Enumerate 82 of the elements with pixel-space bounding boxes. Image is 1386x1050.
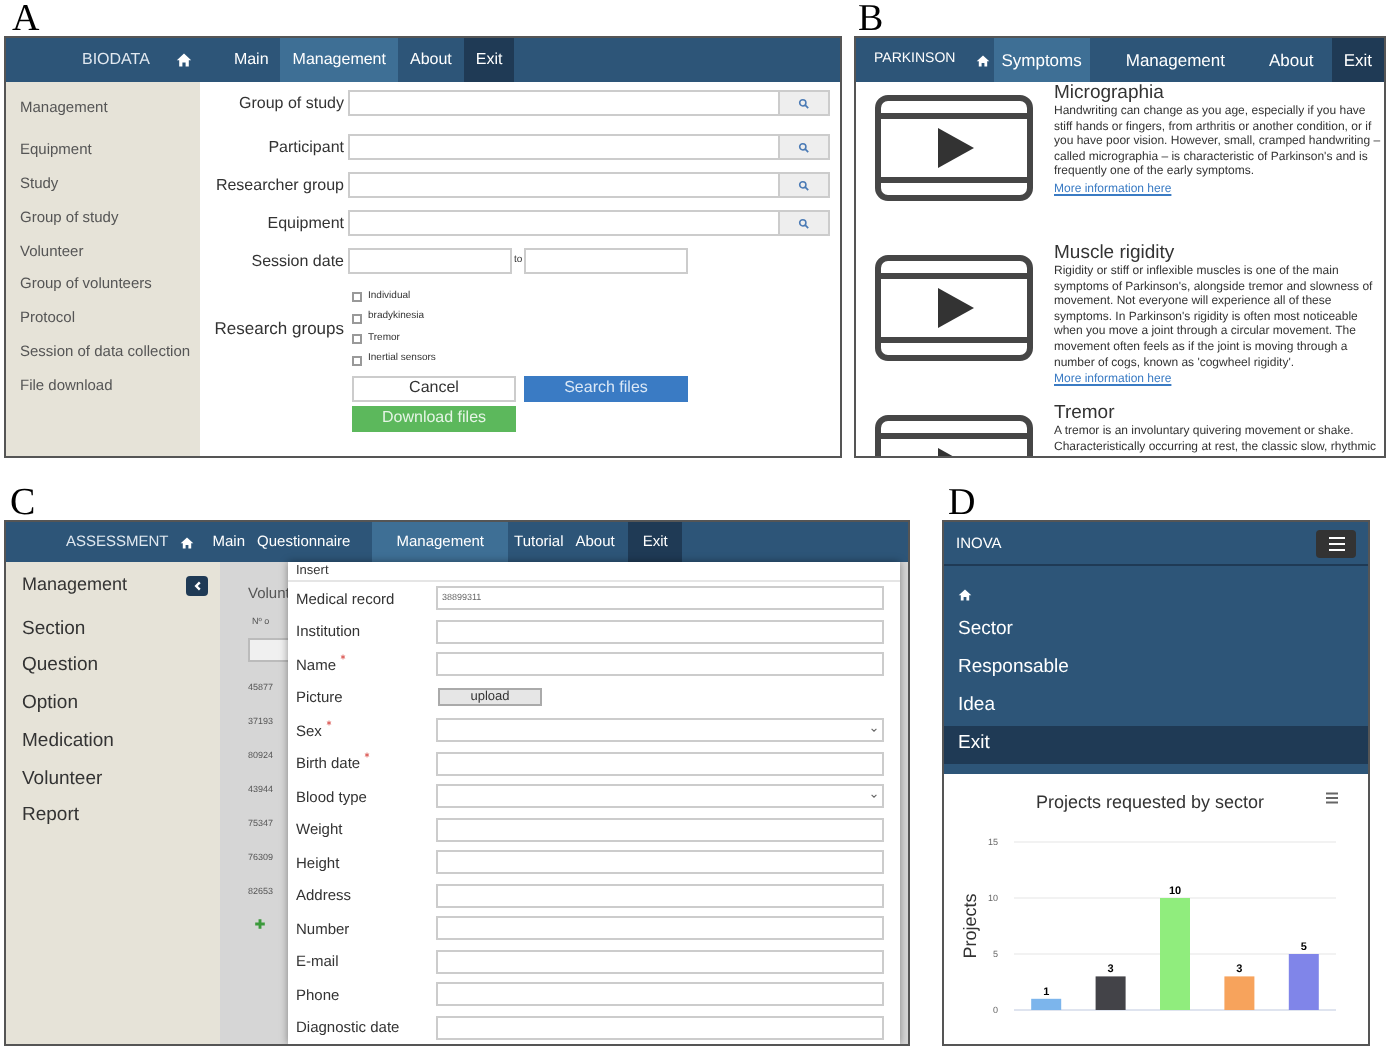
brand-name: BIODATA (82, 48, 150, 72)
checkbox[interactable] (352, 292, 362, 302)
date-field[interactable] (348, 248, 512, 274)
nav-link[interactable]: About (1261, 38, 1322, 82)
required-icon (340, 653, 347, 660)
panel-label: A (12, 0, 40, 38)
text-field[interactable] (436, 916, 884, 941)
text-field[interactable] (436, 1015, 884, 1040)
text-field[interactable] (436, 751, 884, 776)
field-label: Equipment (265, 211, 346, 235)
form-button[interactable]: Cancel (352, 375, 516, 401)
chart-bar (1095, 976, 1126, 1010)
text-field[interactable] (436, 817, 884, 842)
sidebar-item[interactable]: Medication (22, 727, 220, 756)
date-field[interactable] (524, 248, 689, 274)
form-button[interactable]: Search files (524, 375, 688, 401)
home-icon[interactable] (180, 535, 195, 549)
axis-title: Projects (960, 893, 980, 959)
nav-link[interactable]: Exit (463, 38, 515, 82)
checkbox[interactable] (352, 313, 362, 323)
menu-item[interactable]: Idea (944, 688, 1368, 726)
symptom-title: Tremor (1054, 404, 1117, 424)
search-icon[interactable] (798, 217, 810, 229)
menu-item[interactable]: Sector (944, 612, 1368, 650)
collapse-button[interactable] (186, 575, 208, 596)
menu-item[interactable]: Responsable (944, 650, 1368, 688)
nav-link[interactable]: About (397, 38, 464, 82)
nav-link[interactable]: Symptoms (993, 38, 1090, 82)
field-label: Research groups (212, 315, 346, 342)
panel-label: D (948, 484, 976, 522)
nav-link[interactable]: Management (280, 38, 398, 82)
search-field[interactable] (348, 210, 830, 236)
chart-bar (1160, 898, 1190, 1010)
menu-icon (1325, 535, 1347, 551)
sidebar-item[interactable]: Option (22, 690, 220, 719)
home-icon[interactable] (175, 52, 192, 68)
select-field[interactable] (436, 718, 884, 743)
field-label: Participant (266, 135, 346, 159)
required-icon (325, 719, 332, 726)
select-field[interactable] (436, 784, 884, 809)
chevron-left-icon (191, 579, 203, 592)
field-label: Session date (249, 249, 346, 273)
symptom-title: Micrographia (1054, 84, 1166, 104)
text-field[interactable] (436, 619, 884, 644)
checkbox[interactable] (352, 334, 362, 344)
chart-bar (1224, 976, 1255, 1010)
text-field[interactable] (436, 982, 884, 1007)
sidebar-title: Management (22, 572, 128, 598)
video-icon[interactable] (874, 92, 1034, 202)
plus-icon[interactable] (254, 918, 266, 930)
chart-bar (1288, 954, 1319, 1010)
field-label: Group of study (237, 91, 346, 115)
text-field[interactable] (436, 652, 884, 677)
nav-link[interactable]: Exit (1331, 38, 1384, 82)
text-field[interactable] (436, 850, 884, 875)
sidebar-item[interactable]: Report (22, 802, 220, 831)
text-field[interactable] (436, 949, 884, 974)
search-field[interactable] (348, 90, 830, 116)
checkbox[interactable] (352, 355, 362, 365)
required-icon (364, 752, 371, 759)
home-icon[interactable] (975, 53, 990, 67)
search-field[interactable] (348, 134, 830, 160)
panel-label: C (10, 484, 36, 522)
symptom-title: Muscle rigidity (1054, 244, 1177, 264)
search-icon[interactable] (798, 179, 810, 191)
panel-label: B (858, 0, 884, 38)
sidebar-item[interactable]: Section (22, 615, 220, 644)
nav-link[interactable]: Main (221, 38, 281, 82)
menu-button[interactable] (1316, 529, 1356, 557)
sidebar-item[interactable]: Volunteer (22, 765, 220, 794)
home-icon[interactable] (958, 587, 972, 601)
field-label: Researcher group (213, 173, 346, 197)
video-icon[interactable] (874, 252, 1034, 362)
search-icon[interactable] (798, 141, 810, 153)
chart-title: Projects requested by sector (1033, 790, 1267, 816)
search-icon[interactable] (798, 97, 810, 109)
chart-bar (1031, 998, 1062, 1010)
nav-link[interactable]: Management (1117, 38, 1233, 82)
sidebar-item[interactable]: Question (22, 652, 220, 681)
text-field[interactable] (436, 883, 884, 908)
menu-icon[interactable] (1324, 792, 1340, 804)
search-field[interactable] (348, 172, 830, 198)
